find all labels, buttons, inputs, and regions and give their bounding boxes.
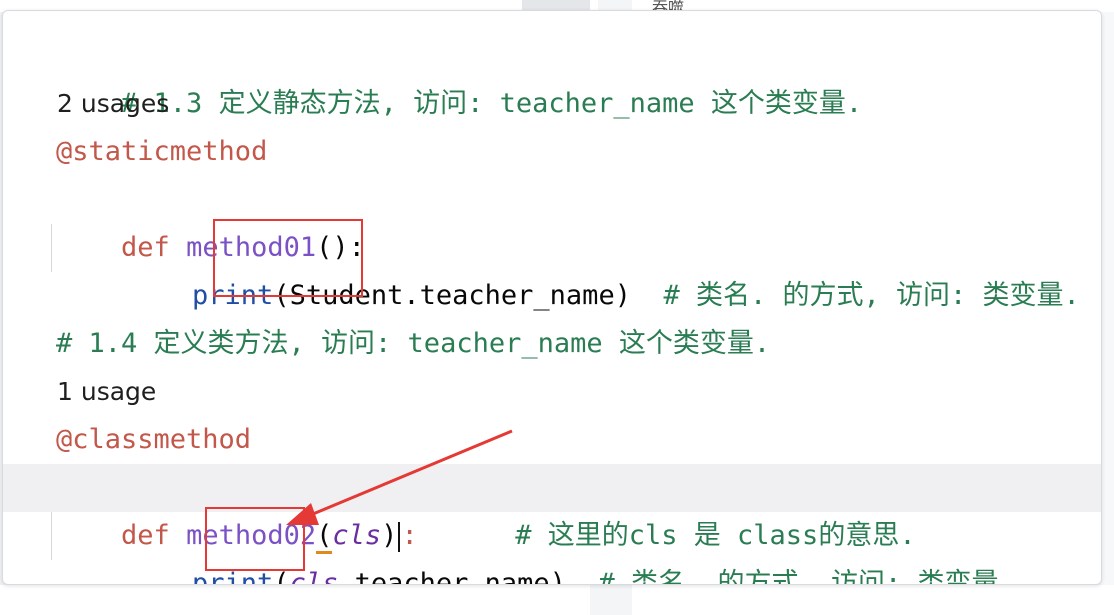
red-arrow bbox=[286, 429, 513, 525]
arrow-shaft bbox=[300, 429, 513, 521]
right-panel-edge bbox=[1100, 12, 1114, 615]
code-editor-popup[interactable]: # 1.3 定义静态方法, 访问: teacher_name 这个类变量. 2 … bbox=[2, 10, 1102, 585]
bottom-column bbox=[590, 585, 632, 615]
bottom-strip bbox=[0, 585, 1114, 615]
arrow-head bbox=[286, 503, 319, 525]
